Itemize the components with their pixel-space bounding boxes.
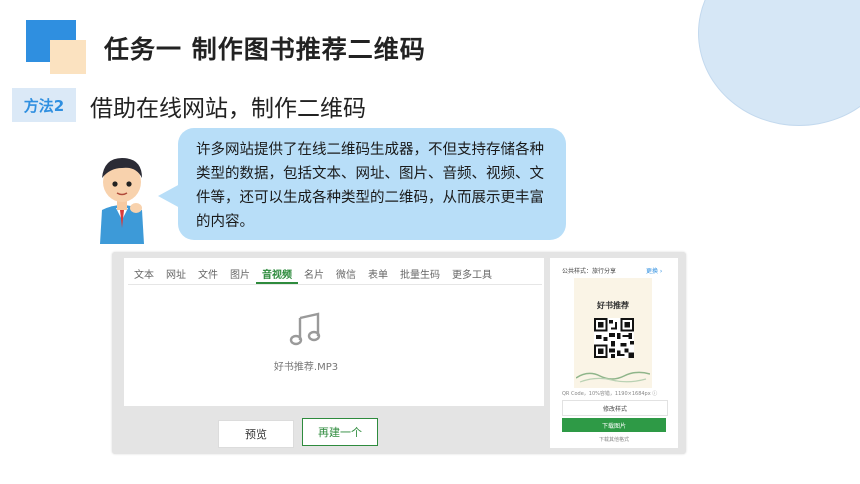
- tab-more-tools[interactable]: 更多工具: [446, 262, 498, 284]
- qr-code-image: [594, 318, 634, 358]
- tab-form[interactable]: 表单: [362, 262, 394, 284]
- download-other-formats-link[interactable]: 下载其他格式: [562, 436, 666, 443]
- speech-bubble-text: 许多网站提供了在线二维码生成器，不但支持存储各种类型的数据，包括文本、网址、图片…: [196, 142, 544, 230]
- download-image-button[interactable]: 下载图片: [562, 418, 666, 432]
- tab-wechat[interactable]: 微信: [330, 262, 362, 284]
- change-style-link[interactable]: 更换 ›: [646, 266, 662, 275]
- create-another-button[interactable]: 再建一个: [302, 418, 378, 446]
- task-title: 任务一 制作图书推荐二维码: [104, 35, 426, 64]
- title-logo-beige-square: [50, 40, 86, 74]
- qr-caption: QR Code，10%容错，1190×1684px ⓘ: [562, 391, 658, 397]
- card-decoration: [576, 371, 650, 383]
- tab-image[interactable]: 图片: [224, 262, 256, 284]
- tab-business-card[interactable]: 名片: [298, 262, 330, 284]
- tab-audio-video[interactable]: 音视频: [256, 262, 298, 284]
- preview-button[interactable]: 预览: [218, 420, 294, 448]
- uploaded-file-name: 好书推荐.MP3: [273, 362, 339, 373]
- music-note-icon: [289, 312, 321, 346]
- method-badge: 方法2: [12, 88, 76, 122]
- tab-batch[interactable]: 批量生码: [394, 262, 446, 284]
- content-type-tabs: 文本 网址 文件 图片 音视频 名片 微信 表单 批量生码 更多工具: [128, 262, 498, 284]
- tab-text[interactable]: 文本: [128, 262, 160, 284]
- speech-bubble-tail: [158, 184, 180, 208]
- tab-divider: [128, 284, 542, 285]
- style-label: 公共样式：旅行分享: [562, 268, 617, 275]
- boy-illustration: [100, 158, 144, 244]
- qr-card-title: 好书推荐: [597, 301, 629, 310]
- decorative-circle: [698, 0, 860, 126]
- subtitle: 借助在线网站，制作二维码: [90, 96, 366, 122]
- tab-url[interactable]: 网址: [160, 262, 192, 284]
- tab-file[interactable]: 文件: [192, 262, 224, 284]
- edit-style-button[interactable]: 修改样式: [562, 400, 668, 416]
